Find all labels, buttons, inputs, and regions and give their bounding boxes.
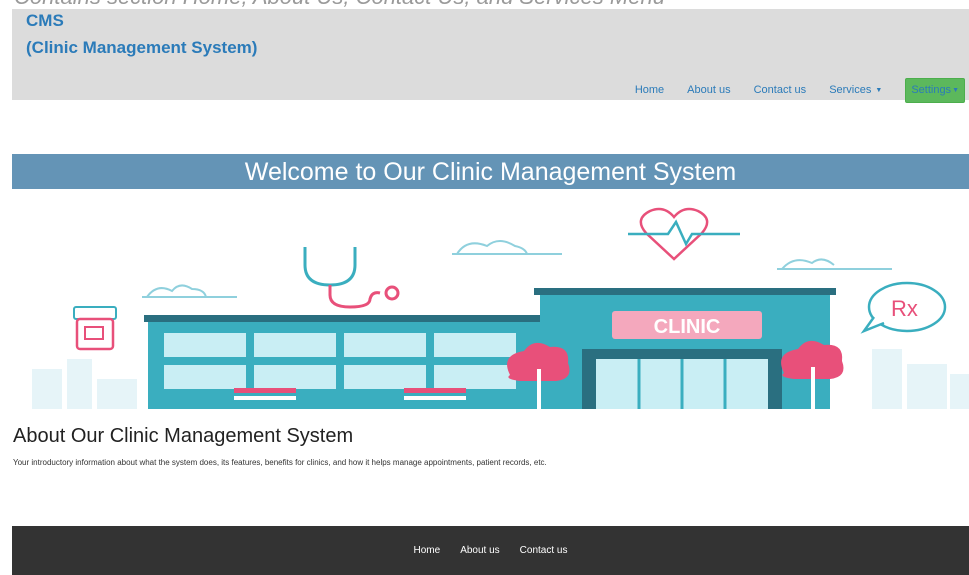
nav-about[interactable]: About us — [687, 84, 730, 96]
footer: Home About us Contact us — [12, 526, 969, 575]
clinic-building-left — [144, 315, 557, 409]
about-text: Your introductory information about what… — [13, 458, 547, 467]
header: CMS (Clinic Management System) Home Abou… — [12, 8, 969, 103]
clinic-building-right: CLINIC — [534, 288, 836, 409]
medicine-jar-icon — [73, 306, 117, 351]
settings-label: Settings — [911, 84, 952, 96]
caret-down-icon: ▼ — [875, 86, 883, 94]
brand-short: CMS — [26, 11, 64, 30]
brand-full: (Clinic Management System) — [26, 38, 258, 57]
settings-dropdown-button[interactable]: Settings ▼ — [905, 77, 965, 103]
main-nav: Home About us Contact us Services ▼ Sett… — [635, 77, 965, 103]
rx-label: Rx — [891, 296, 918, 321]
about-title: About Our Clinic Management System — [13, 425, 354, 447]
stethoscope-tube — [328, 285, 400, 309]
brand[interactable]: CMS (Clinic Management System) — [26, 8, 257, 61]
rx-speech-bubble: Rx — [860, 281, 947, 334]
footer-nav-about[interactable]: About us — [460, 545, 499, 556]
nav-home[interactable]: Home — [635, 84, 664, 96]
caret-down-icon: ▼ — [952, 86, 959, 94]
nav-contact[interactable]: Contact us — [754, 84, 807, 96]
nav-services-label: Services — [829, 84, 872, 96]
clinic-illustration: Rx CLINIC — [12, 189, 969, 409]
clinic-illustration-svg: Rx CLINIC — [32, 207, 969, 409]
nav-services-dropdown[interactable]: Services ▼ — [829, 84, 882, 96]
clinic-sign: CLINIC — [654, 316, 721, 338]
welcome-banner: Welcome to Our Clinic Management System — [12, 154, 969, 189]
footer-nav-contact[interactable]: Contact us — [520, 545, 568, 556]
stethoscope-icon — [303, 247, 357, 287]
heart-pulse-icon — [628, 207, 740, 261]
footer-nav-home[interactable]: Home — [414, 545, 441, 556]
